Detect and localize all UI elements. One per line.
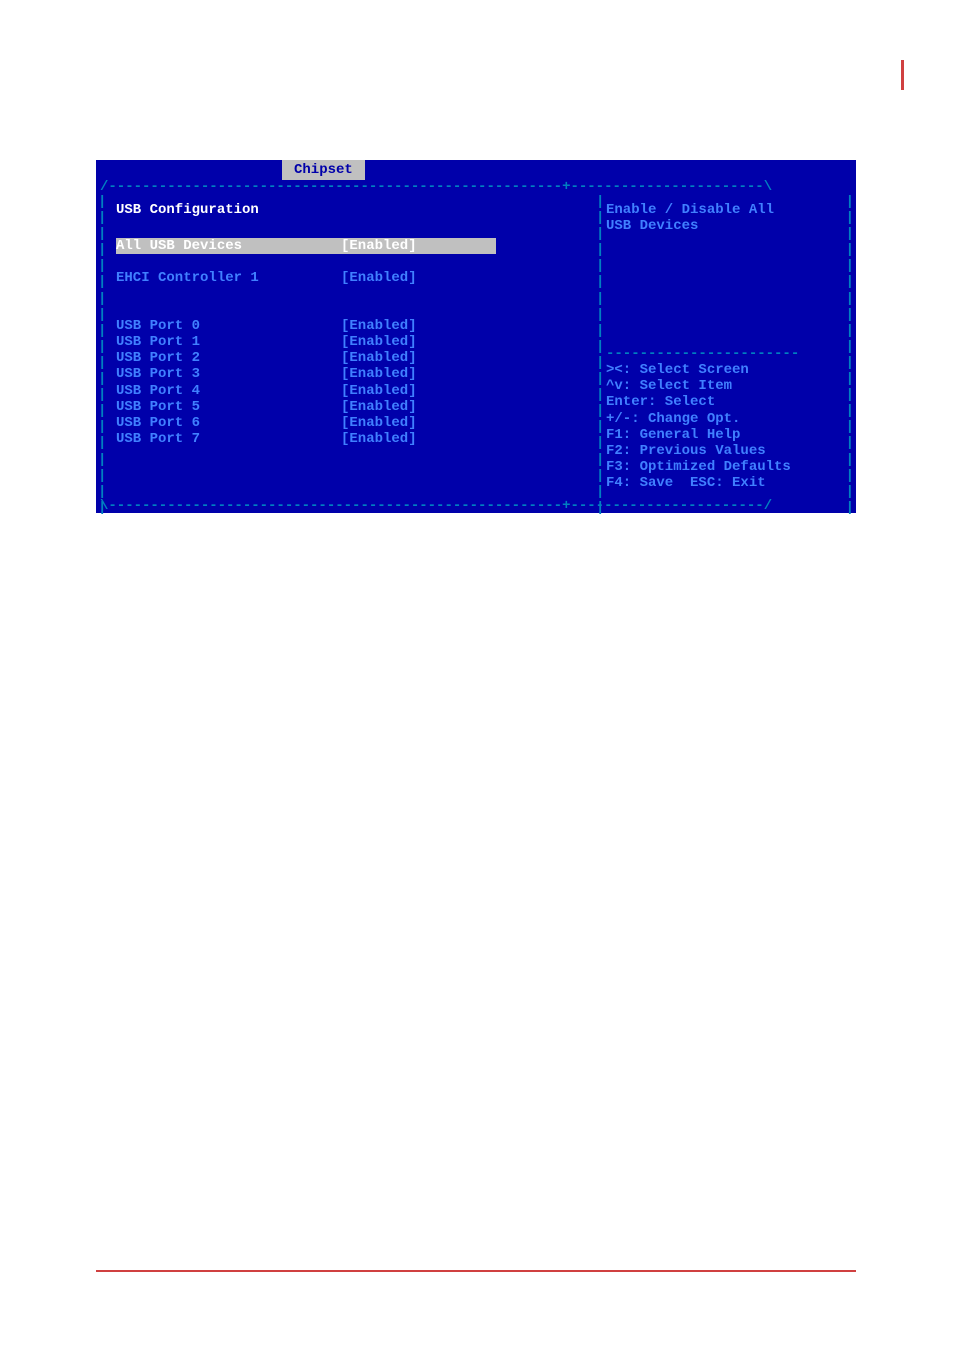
border-middle: |||||||||||||||||||| (596, 194, 604, 516)
setting-label: EHCI Controller 1 (116, 270, 341, 286)
setting-usb-port-6[interactable]: USB Port 6 [Enabled] (116, 415, 596, 431)
blank-row (606, 314, 856, 330)
bios-window: Chipset /-------------------------------… (96, 160, 856, 513)
top-border: /---------------------------------------… (96, 180, 856, 194)
setting-label: USB Port 7 (116, 431, 341, 447)
setting-usb-port-4[interactable]: USB Port 4 [Enabled] (116, 383, 596, 399)
setting-label: USB Port 0 (116, 318, 341, 334)
blank-row (606, 282, 856, 298)
blank-row (606, 266, 856, 282)
setting-label: USB Port 6 (116, 415, 341, 431)
setting-ehci-controller-1[interactable]: EHCI Controller 1 [Enabled] (116, 270, 596, 286)
setting-usb-port-2[interactable]: USB Port 2 [Enabled] (116, 350, 596, 366)
right-panel: Enable / Disable All USB Devices -------… (596, 194, 856, 499)
bottom-border: \---------------------------------------… (96, 499, 856, 513)
setting-label: USB Port 4 (116, 383, 341, 399)
setting-all-usb-devices[interactable]: All USB Devices [Enabled] (116, 238, 496, 254)
border-left: |||||||||||||||||||| (98, 194, 106, 516)
tab-chipset[interactable]: Chipset (282, 160, 365, 180)
setting-value: [Enabled] (341, 431, 417, 447)
nav-save-exit: F4: Save ESC: Exit (606, 475, 856, 491)
blank-row (606, 298, 856, 314)
bios-body: |||||||||||||||||||| |||||||||||||||||||… (96, 194, 856, 499)
page-marker (901, 60, 904, 90)
setting-usb-port-5[interactable]: USB Port 5 [Enabled] (116, 399, 596, 415)
nav-enter-select: Enter: Select (606, 394, 856, 410)
help-divider: ----------------------- (606, 346, 856, 362)
setting-value: [Enabled] (341, 350, 417, 366)
section-title: USB Configuration (116, 202, 596, 218)
blank-row (116, 286, 596, 302)
border-right: |||||||||||||||||||| (846, 194, 854, 516)
nav-select-item: ^v: Select Item (606, 378, 856, 394)
blank-row (116, 222, 596, 238)
blank-row (116, 254, 596, 270)
setting-value: [Enabled] (341, 334, 417, 350)
footer-divider (96, 1270, 856, 1272)
nav-previous-values: F2: Previous Values (606, 443, 856, 459)
blank-row (606, 234, 856, 250)
blank-row (606, 250, 856, 266)
setting-value: [Enabled] (341, 238, 417, 254)
setting-usb-port-1[interactable]: USB Port 1 [Enabled] (116, 334, 596, 350)
setting-value: [Enabled] (341, 415, 417, 431)
left-panel: USB Configuration All USB Devices [Enabl… (96, 194, 596, 499)
nav-general-help: F1: General Help (606, 427, 856, 443)
tab-spacer-left (96, 160, 282, 180)
setting-label: All USB Devices (116, 238, 341, 254)
setting-usb-port-3[interactable]: USB Port 3 [Enabled] (116, 366, 596, 382)
nav-change-opt: +/-: Change Opt. (606, 411, 856, 427)
setting-value: [Enabled] (341, 270, 417, 286)
nav-optimized-defaults: F3: Optimized Defaults (606, 459, 856, 475)
setting-value: [Enabled] (341, 399, 417, 415)
tab-row: Chipset (96, 160, 856, 180)
setting-label: USB Port 3 (116, 366, 341, 382)
blank-row (116, 302, 596, 318)
setting-value: [Enabled] (341, 318, 417, 334)
setting-label: USB Port 5 (116, 399, 341, 415)
setting-label: USB Port 2 (116, 350, 341, 366)
setting-value: [Enabled] (341, 383, 417, 399)
blank-row (606, 330, 856, 346)
setting-label: USB Port 1 (116, 334, 341, 350)
help-description: Enable / Disable All USB Devices (606, 202, 856, 234)
nav-select-screen: ><: Select Screen (606, 362, 856, 378)
setting-usb-port-0[interactable]: USB Port 0 [Enabled] (116, 318, 596, 334)
setting-value: [Enabled] (341, 366, 417, 382)
tab-spacer-right (365, 160, 856, 180)
setting-usb-port-7[interactable]: USB Port 7 [Enabled] (116, 431, 596, 447)
